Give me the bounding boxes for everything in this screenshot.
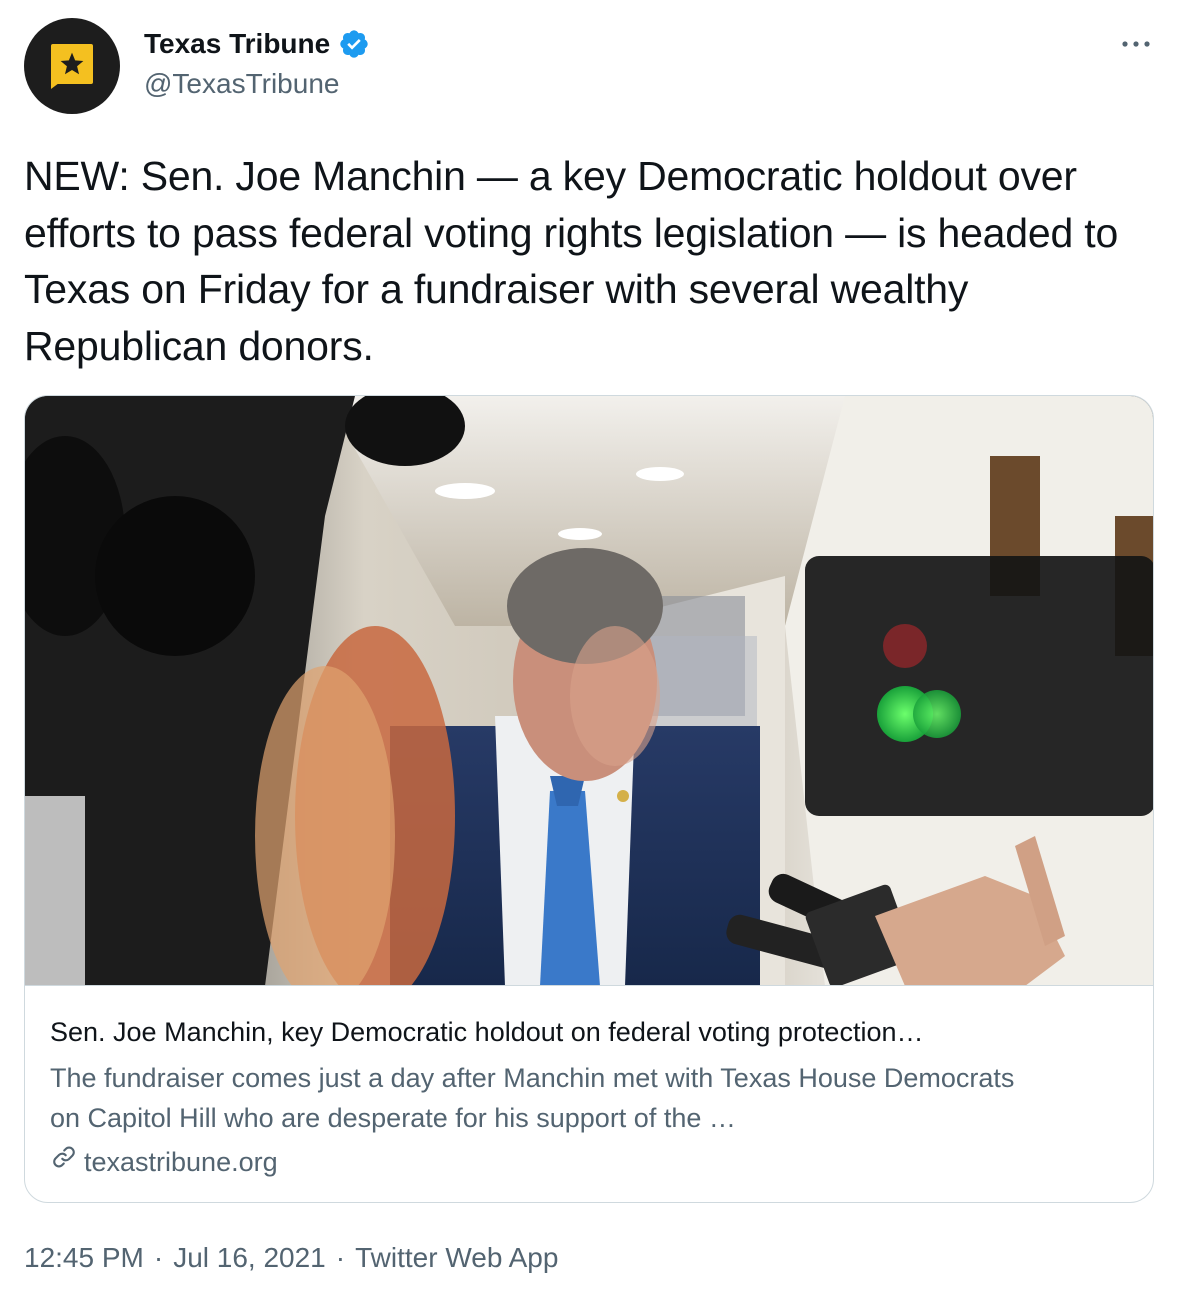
card-title[interactable]: Sen. Joe Manchin, key Democratic holdout… — [50, 1014, 1130, 1050]
meta-separator: · — [153, 1242, 164, 1273]
texas-tribune-logo-icon — [51, 44, 93, 84]
verified-badge-icon — [338, 28, 370, 60]
author-avatar[interactable] — [24, 18, 120, 114]
author-handle[interactable]: @TexasTribune — [144, 66, 339, 102]
card-image[interactable] — [25, 396, 1153, 986]
link-preview-card[interactable]: Sen. Joe Manchin, key Democratic holdout… — [24, 395, 1154, 1203]
more-options-icon[interactable] — [1116, 28, 1156, 60]
card-description[interactable]: The fundraiser comes just a day after Ma… — [50, 1058, 1050, 1138]
link-icon — [50, 1142, 78, 1182]
card-domain-row[interactable]: texastribune.org — [50, 1142, 278, 1182]
tweet-date[interactable]: Jul 16, 2021 — [173, 1238, 326, 1278]
tweet-time[interactable]: 12:45 PM — [24, 1238, 144, 1278]
tweet-text: NEW: Sen. Joe Manchin — a key Democratic… — [24, 153, 1119, 369]
author-display-name[interactable]: Texas Tribune — [144, 26, 330, 62]
tweet-meta: 12:45 PM · Jul 16, 2021 · Twitter Web Ap… — [24, 1238, 558, 1278]
logo-tail — [51, 80, 63, 89]
tweet-source[interactable]: Twitter Web App — [355, 1238, 558, 1278]
author-name-row[interactable]: Texas Tribune — [144, 26, 370, 62]
tweet: Texas Tribune @TexasTribune NEW: Sen. Jo… — [0, 0, 1182, 1302]
card-domain[interactable]: texastribune.org — [84, 1142, 278, 1182]
meta-separator: · — [335, 1242, 346, 1273]
